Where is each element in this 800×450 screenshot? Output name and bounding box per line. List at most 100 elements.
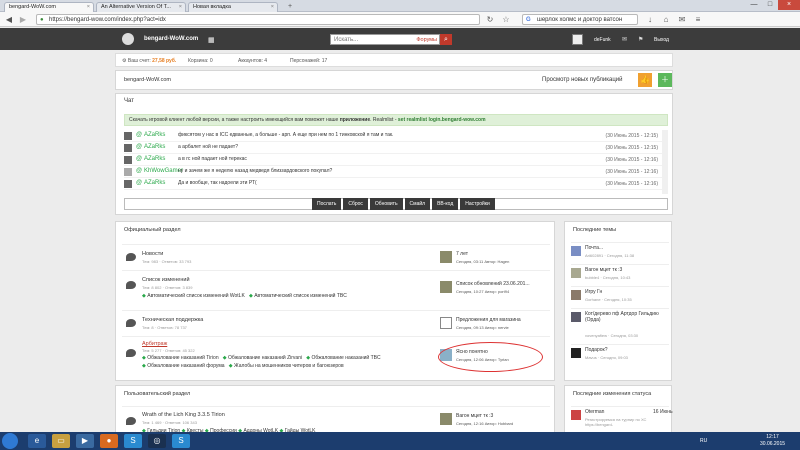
list-item[interactable]: Кот/дерево пф Артдор Гильдию (Орда) voven… [571,308,669,344]
username[interactable]: deFunk [594,37,611,43]
close-icon[interactable]: × [179,4,182,10]
forum-title[interactable]: Новости [142,251,163,257]
last-post-avatar[interactable] [440,413,452,425]
forum-icon [126,253,136,261]
status-icon: @ [136,168,143,174]
list-item[interactable]: Почта... Ari602891 · Сегодня, 11:38 [571,242,669,264]
tab-alternative[interactable]: An Alternative Version Of T... × [96,2,186,12]
smile-button[interactable]: Смайл [404,198,431,210]
cart-stat[interactable]: Корзина: 0 [188,58,213,64]
bbcode-button[interactable]: BB-код [432,198,459,210]
language-indicator[interactable]: RU [700,438,707,445]
status-icon: @ [136,180,143,186]
folder-icon[interactable]: ▭ [52,434,70,448]
site-search-input[interactable]: Искать... Форумы [330,34,440,45]
chat-title: Чат [124,98,134,104]
back-icon[interactable]: ◀ [3,14,15,25]
browser-navbar: ◀ ▶ ● https://bengard-wow.com/index.php?a… [0,12,800,27]
close-icon[interactable]: × [271,4,274,10]
bell-icon[interactable]: ⚑ [638,36,643,43]
accounts-stat[interactable]: Аккаунтов: 4 [238,58,267,64]
add-icon[interactable]: ＋ [658,73,672,87]
last-post-avatar[interactable] [440,281,452,293]
mail-icon[interactable]: ✉ [622,36,627,43]
forum-icon [126,349,136,357]
menu-icon[interactable]: ≡ [692,14,704,25]
user-avatar [571,348,581,358]
close-icon[interactable]: × [87,4,90,10]
settings-button[interactable]: Настройки [460,198,495,210]
windows-start-icon[interactable] [2,433,18,449]
status-icon: @ [136,144,143,150]
list-item[interactable]: Вагон мцет тк :3 bubble4 · Сегодня, 10:43 [571,264,669,286]
url-bar[interactable]: ● https://bengard-wow.com/index.php?act=i… [36,14,480,25]
logout-link[interactable]: Выход [654,37,669,43]
app-link[interactable]: приложение [340,117,370,123]
home-icon[interactable]: ⌂ [660,14,672,25]
browser-search-input[interactable]: Gшерлок холмс и доктор ватсон [522,14,638,25]
forum-title[interactable]: Список изменений [142,277,190,283]
search-icon[interactable]: ⌕ [440,34,452,45]
forum-icon [126,281,136,289]
forum-title[interactable]: Wrath of the Lich King 3.3.5 Tirion [142,412,225,418]
user-avatar [571,410,581,420]
ie-icon[interactable]: e [28,434,46,448]
section-title: Последние темы [573,227,617,233]
list-item[interactable]: Подарок? Mavus · Сегодня, 09:03 [571,344,669,366]
logo-icon[interactable] [122,33,134,45]
window-controls: — □ × [746,0,800,10]
site-name[interactable]: bengard-WoW.com [144,36,198,42]
send-button[interactable]: Послать [312,198,342,210]
chat-buttons: Послать Сброс Обновить Смайл BB-код Наст… [312,198,495,210]
chat-icon[interactable]: ✉ [676,14,688,25]
forum-row: Список изменений Тем: 8 802 · Ответов: 3… [122,270,550,310]
last-post-avatar[interactable] [440,251,452,263]
chat-panel: Чат Скачать игровой клиент любой версии,… [115,93,673,215]
tab-new[interactable]: Новая вкладка × [188,2,278,12]
chat-scrollbar[interactable] [662,130,668,194]
user-avatar [571,290,581,300]
list-item[interactable]: Игру Гн Gorhane · Сегодня, 10:35 [571,286,669,308]
minimize-icon[interactable]: — [746,0,762,10]
forum-title[interactable]: Техническая поддержка [142,317,203,323]
skype-icon[interactable]: S [172,434,190,448]
tab-bengard[interactable]: bengard-WoW.com × [4,2,94,12]
chat-message: @ AZaRks а в гс ной падает ной терекас (30 … [124,154,668,166]
reload-icon[interactable]: ↻ [484,14,496,25]
like-icon[interactable]: 👍 [638,73,652,87]
characters-stat[interactable]: Персонажей: 17 [290,58,327,64]
status-icon: @ [136,132,143,138]
search-scope[interactable]: Форумы [416,35,437,45]
forum-icon [126,319,136,327]
avatar[interactable] [572,34,583,45]
user-avatar [124,156,132,164]
new-tab-button[interactable]: + [288,3,298,11]
forward-icon[interactable]: ▶ [17,14,29,25]
user-avatar [571,312,581,322]
firefox-icon[interactable]: ● [100,434,118,448]
section-title: Официальный раздел [124,227,181,233]
breadcrumb-home[interactable]: bengard-WoW.com [124,77,171,83]
refresh-button[interactable]: Обновить [369,198,403,210]
download-icon[interactable]: ↓ [644,14,656,25]
chat-message: @ AZaRks фиксятом у нас в ICC едванные, а … [124,130,668,142]
balance-stat[interactable]: ⚙ Ваш счет: 27,58 руб. [122,58,176,64]
chat-messages: @ AZaRks фиксятом у нас в ICC едванные, а … [124,130,668,194]
grid-icon[interactable]: ▦ [208,36,215,44]
search-engine-icon: G [526,17,531,23]
forum-title[interactable]: Арбитраж [142,341,167,347]
user-avatar [124,180,132,188]
media-icon[interactable]: ▶ [76,434,94,448]
user-avatar [124,132,132,140]
skype-icon[interactable]: S [124,434,142,448]
forum-icon [126,417,136,425]
user-avatar [124,168,132,176]
maximize-icon[interactable]: □ [762,0,778,10]
reset-button[interactable]: Сброс [343,198,368,210]
last-post-avatar[interactable] [440,317,452,329]
close-window-icon[interactable]: × [778,0,800,10]
steam-icon[interactable]: ◎ [148,434,166,448]
new-posts-link[interactable]: Просмотр новых публикаций [542,77,622,83]
clock[interactable]: 12:17 30.06.2015 [760,434,785,448]
bookmark-star-icon[interactable]: ☆ [500,14,512,25]
